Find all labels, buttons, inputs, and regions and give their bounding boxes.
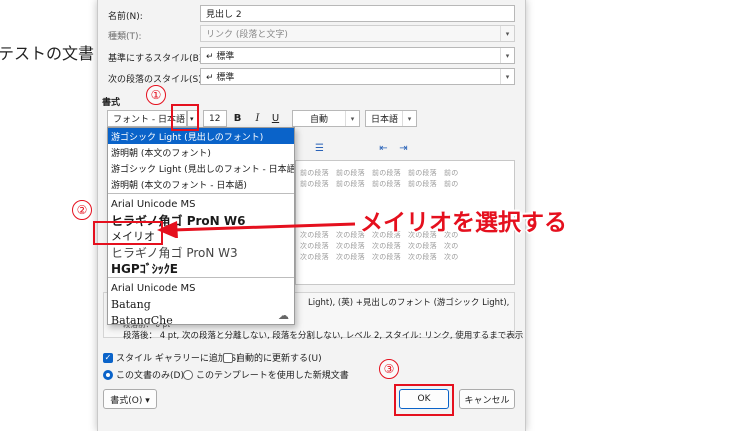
- new-documents-label: このテンプレートを使用した新規文書: [196, 371, 349, 381]
- font-option[interactable]: Batang: [108, 296, 294, 312]
- list-divider: [108, 193, 294, 195]
- cloud-download-icon: ☁: [278, 309, 289, 322]
- next-style-label: 次の段落のスタイル(S):: [108, 75, 205, 85]
- this-document-label: この文書のみ(D): [116, 371, 184, 381]
- radio-icon: [183, 369, 193, 380]
- language-value: 日本語: [371, 115, 399, 125]
- auto-update-label: 自動的に更新する(U): [236, 354, 322, 364]
- preview-sample-line: 次の段落 次の段落 次の段落 次の段落 次の: [300, 242, 459, 250]
- based-on-value: ↵ 標準: [206, 52, 235, 62]
- description-line: 段落後： 4 pt, 次の段落と分離しない, 段落を分割しない, レベル 2, …: [123, 331, 524, 341]
- font-option[interactable]: 游明朝 (本文のフォント): [108, 144, 294, 160]
- line-spacing-icon[interactable]: ☰: [312, 141, 327, 156]
- next-style-value: ↵ 標準: [206, 73, 235, 83]
- step1-marker: ①: [146, 85, 166, 105]
- chevron-down-icon: ▾: [500, 69, 514, 84]
- italic-button[interactable]: I: [250, 111, 265, 126]
- font-option[interactable]: 游ゴシック Light (見出しのフォント - 日本語): [108, 160, 294, 176]
- language-select[interactable]: 日本語 ▾: [365, 110, 417, 127]
- format-heading: 書式: [102, 98, 121, 108]
- step1-highlight: [171, 104, 199, 131]
- step2-marker: ②: [72, 200, 92, 220]
- bold-button[interactable]: B: [230, 111, 245, 126]
- list-divider: [108, 277, 294, 279]
- font-option[interactable]: BatangChe: [108, 312, 294, 325]
- add-to-gallery-label: スタイル ギャラリーに追加(S): [116, 354, 240, 364]
- decrease-indent-icon[interactable]: ⇤: [376, 141, 391, 156]
- font-option[interactable]: 游明朝 (本文のフォント - 日本語): [108, 176, 294, 192]
- chevron-down-icon: ▾: [345, 111, 359, 126]
- step2-highlight: [93, 221, 163, 245]
- auto-update-checkbox[interactable]: 自動的に更新する(U): [223, 351, 322, 364]
- kind-value: リンク (段落と文字): [206, 30, 288, 40]
- step3-highlight: [394, 384, 454, 416]
- document-text: テストの文書: [0, 44, 95, 63]
- cancel-button[interactable]: キャンセル: [459, 389, 515, 409]
- this-document-radio[interactable]: この文書のみ(D): [103, 368, 184, 381]
- checkbox-icon: [223, 352, 233, 363]
- font-size-value: 12: [209, 113, 221, 124]
- kind-select[interactable]: リンク (段落と文字) ▾: [200, 25, 515, 42]
- font-option[interactable]: ヒラギノ角ゴ ProN W3: [108, 244, 294, 260]
- preview-sample-line: 前の段落 前の段落 前の段落 前の段落 前の: [300, 169, 459, 177]
- radio-selected-icon: [103, 369, 113, 380]
- font-option[interactable]: Arial Unicode MS: [108, 280, 294, 296]
- chevron-down-icon: ▾: [500, 26, 514, 41]
- format-menu-button[interactable]: 書式(O) ▾: [103, 389, 157, 409]
- font-option[interactable]: Arial Unicode MS: [108, 196, 294, 212]
- name-input[interactable]: 見出し 2: [200, 5, 515, 22]
- font-option[interactable]: 游ゴシック Light (見出しのフォント): [108, 128, 294, 144]
- preview-sample-line: 前の段落 前の段落 前の段落 前の段落 前の: [300, 180, 459, 188]
- based-on-label: 基準にするスタイル(B):: [108, 54, 206, 64]
- chevron-down-icon: ▾: [402, 111, 416, 126]
- arrow-left-icon: [157, 221, 356, 238]
- font-color-value: 自動: [310, 115, 329, 125]
- font-option[interactable]: HGPｺﾞｼｯｸE: [108, 260, 294, 276]
- preview-sample-line: 次の段落 次の段落 次の段落 次の段落 次の: [300, 253, 459, 261]
- based-on-select[interactable]: ↵ 標準 ▾: [200, 47, 515, 64]
- new-documents-radio[interactable]: このテンプレートを使用した新規文書: [183, 368, 349, 381]
- increase-indent-icon[interactable]: ⇥: [396, 141, 411, 156]
- next-style-select[interactable]: ↵ 標準 ▾: [200, 68, 515, 85]
- checkmark-icon: ✓: [103, 352, 113, 363]
- description-line: Light), (英) +見出しのフォント (游ゴシック Light),: [308, 298, 510, 308]
- font-color-select[interactable]: 自動 ▾: [292, 110, 360, 127]
- add-to-gallery-checkbox[interactable]: ✓ スタイル ギャラリーに追加(S): [103, 351, 240, 364]
- underline-button[interactable]: U: [268, 111, 283, 126]
- name-label: 名前(N):: [108, 12, 143, 22]
- chevron-down-icon: ▾: [500, 48, 514, 63]
- font-size-select[interactable]: 12: [203, 110, 227, 127]
- kind-label: 種類(T):: [108, 32, 142, 42]
- callout-text: メイリオを選択する: [360, 210, 567, 236]
- step3-marker: ③: [379, 359, 399, 379]
